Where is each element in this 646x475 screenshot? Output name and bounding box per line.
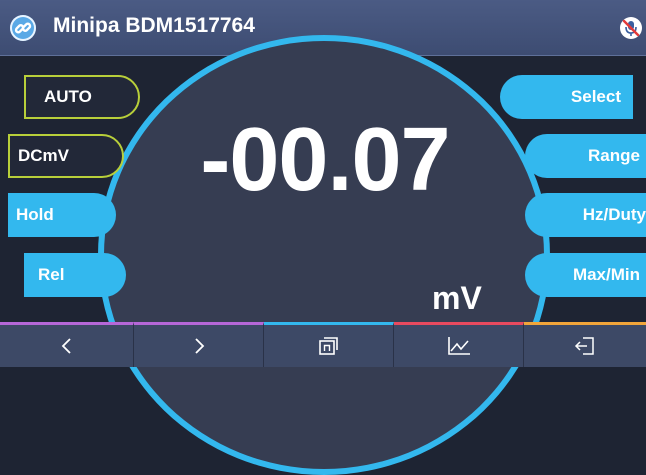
measurement-value: -00.07 [200, 110, 450, 210]
page-title: Minipa BDM1517764 [53, 14, 255, 37]
window-switch-button[interactable] [264, 322, 394, 367]
max-min-button[interactable]: Max/Min [525, 253, 646, 297]
dcmv-mode-label: DCmV [18, 146, 70, 165]
previous-button[interactable] [0, 322, 134, 367]
auto-button[interactable]: AUTO [24, 75, 140, 119]
measurement-unit: mV [432, 280, 482, 316]
max-min-button-label: Max/Min [572, 265, 640, 284]
select-button-label: Select [570, 87, 621, 106]
hold-button-label: Hold [16, 205, 54, 224]
chart-button[interactable] [394, 322, 524, 367]
chevron-left-icon [61, 338, 71, 354]
chevron-right-icon [194, 338, 204, 354]
hold-button[interactable]: Hold [8, 193, 116, 237]
range-button[interactable]: Range [525, 134, 646, 178]
rel-button-label: Rel [38, 265, 65, 284]
mic-muted-icon[interactable] [620, 17, 642, 39]
hz-duty-button[interactable]: Hz/Duty [525, 193, 646, 237]
next-button[interactable] [134, 322, 264, 367]
hz-duty-button-label: Hz/Duty [582, 205, 646, 224]
meter-dial [98, 35, 550, 475]
bottom-toolbar [0, 322, 646, 367]
exit-button[interactable] [524, 322, 646, 367]
chart-line-icon [447, 337, 470, 355]
select-button[interactable]: Select [500, 75, 633, 119]
dcmv-mode-button[interactable]: DCmV [8, 134, 124, 178]
rel-button[interactable]: Rel [24, 253, 126, 297]
window-stack-icon [318, 337, 338, 355]
auto-button-label: AUTO [44, 87, 92, 106]
range-button-label: Range [588, 146, 640, 165]
link-icon[interactable] [10, 15, 36, 41]
exit-icon [574, 337, 594, 355]
